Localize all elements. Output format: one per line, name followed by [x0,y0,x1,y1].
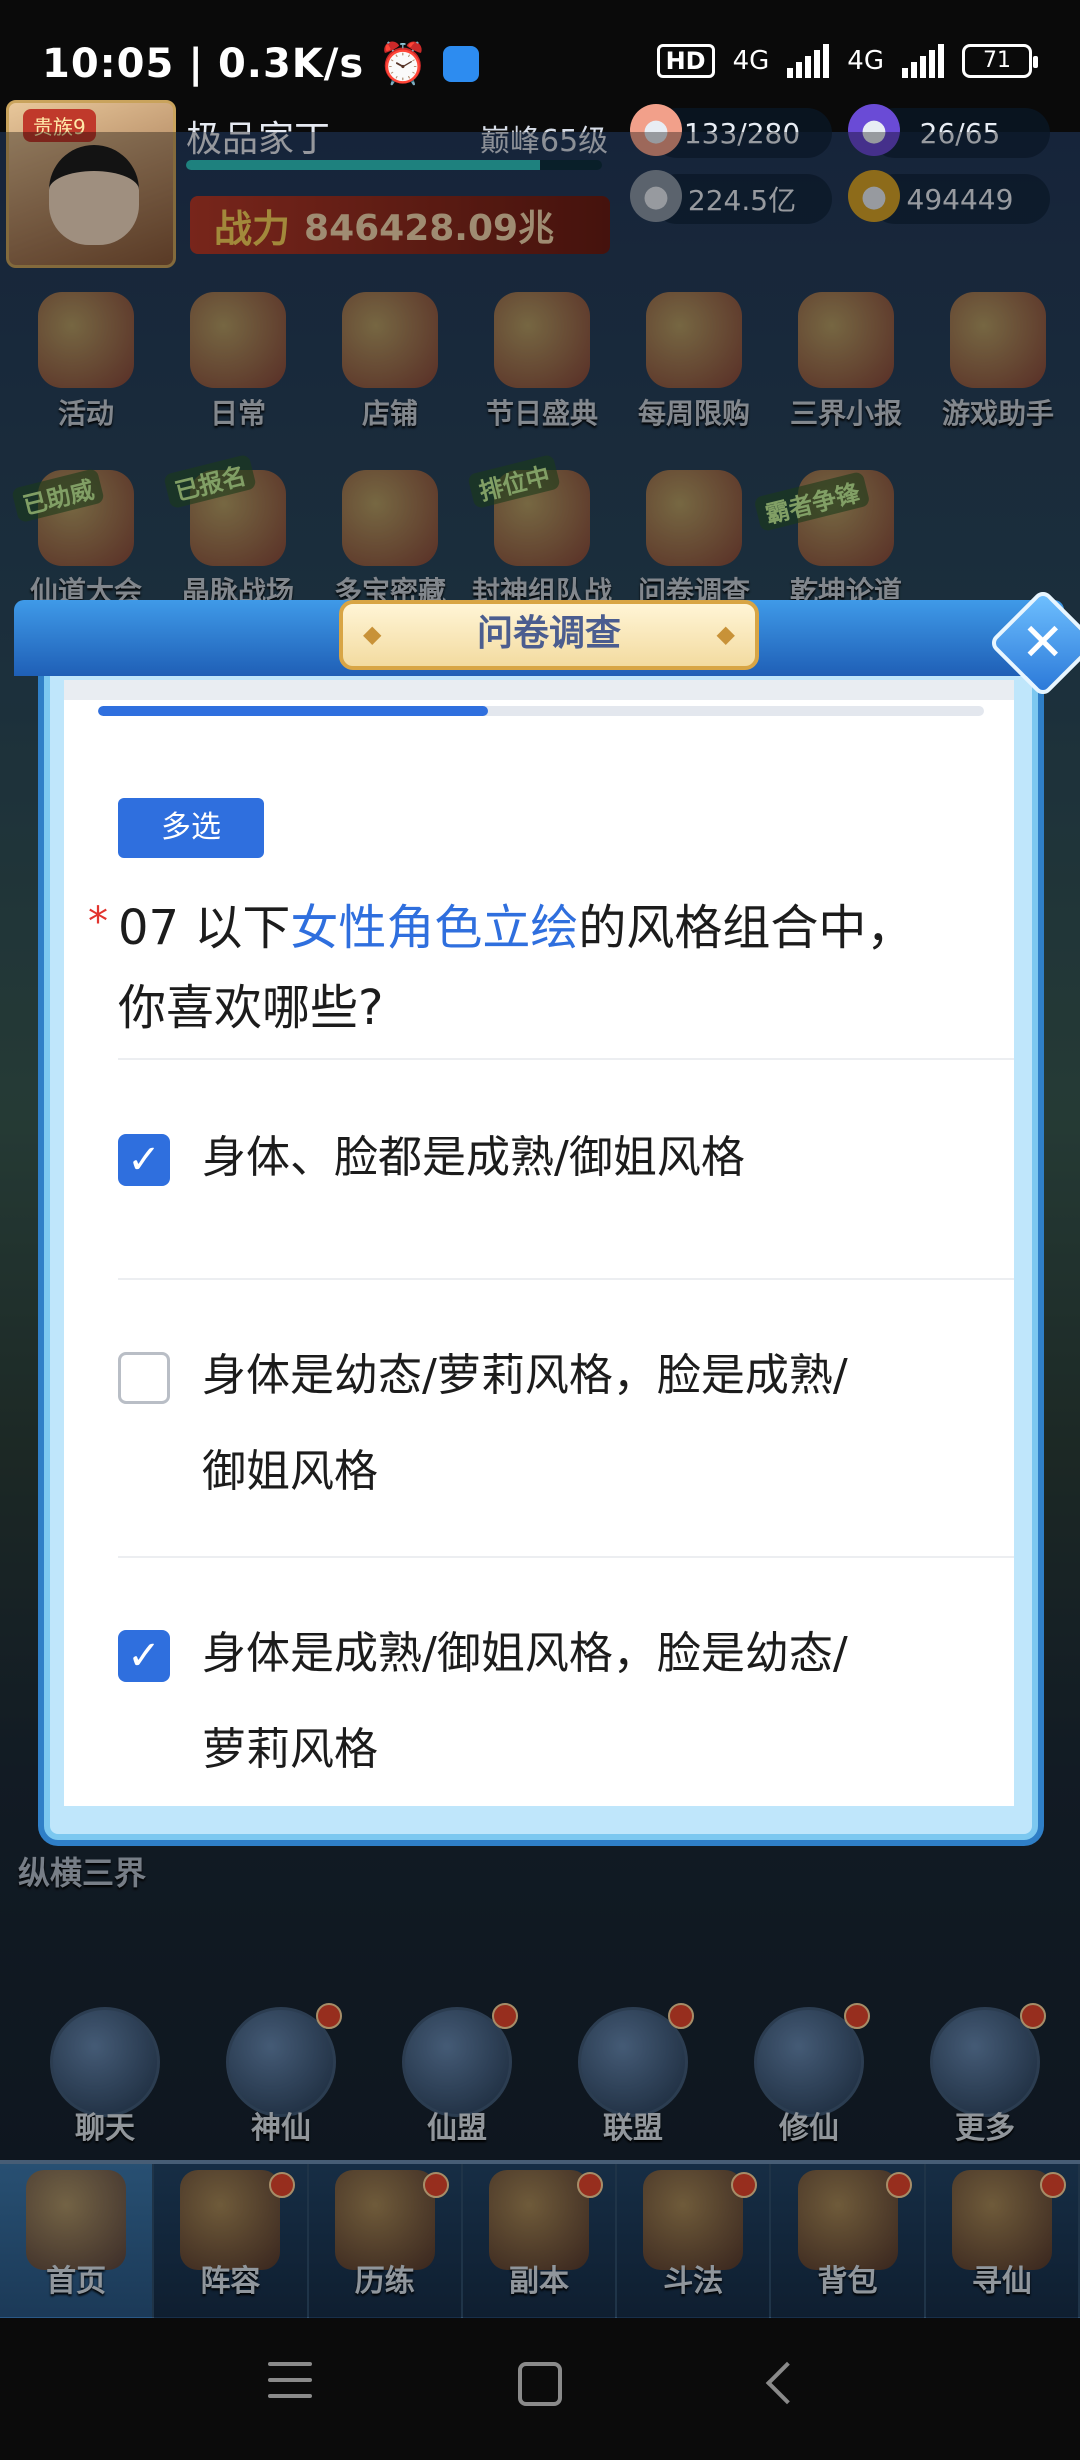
network-speed: 0.3K/s [217,40,365,87]
status-left: 10:05 | 0.3K/s ⏰ [42,40,480,87]
option-2-checkbox[interactable] [118,1352,170,1404]
option-3[interactable]: ✓ 身体是成熟/御姐风格，脸是幼态/萝莉风格 [118,1616,998,1798]
signal-icon [787,44,830,78]
question-text: * 07 以下女性角色立绘的风格组合中，你喜欢哪些? [88,888,958,1048]
hd-icon: HD [656,44,715,78]
recent-apps-icon[interactable] [268,2362,312,2410]
status-right: HD 4G 4G 71 [656,44,1038,78]
back-icon[interactable] [765,2361,809,2405]
network-type-2: 4G [847,46,884,76]
close-icon: ✕ [1021,612,1065,673]
app-notification-icon [443,45,480,82]
survey-progress-fill [98,706,488,716]
divider [118,1058,1014,1060]
question-prefix: 07 以下 [118,900,291,956]
required-mark: * [88,899,108,945]
survey-progress-bar [98,706,984,716]
home-icon[interactable] [518,2362,562,2406]
system-nav-bar [0,2318,1080,2460]
dialog-title: 问卷调查 [339,600,759,670]
question-highlight: 女性角色立绘 [290,900,579,956]
option-2[interactable]: 身体是幼态/萝莉风格，脸是成熟/御姐风格 [118,1338,998,1520]
status-separator: | [188,40,204,87]
survey-content[interactable]: 多选 * 07 以下女性角色立绘的风格组合中，你喜欢哪些? ✓ 身体、脸都是成熟/… [64,680,1014,1806]
option-1[interactable]: ✓ 身体、脸都是成熟/御姐风格 [118,1120,998,1206]
divider [118,1556,1014,1558]
survey-dialog: 问卷调查 ✕ 多选 *07 以下女性角色立绘的风格组合中，你喜欢哪些? ✓ 身体… [14,587,1080,1840]
sheet-top-strip [64,680,1014,700]
option-3-label: 身体是成熟/御姐风格，脸是幼态/萝莉风格 [202,1628,848,1775]
option-2-label: 身体是幼态/萝莉风格，脸是成熟/御姐风格 [202,1350,848,1497]
network-type-1: 4G [732,46,770,76]
option-1-checkbox[interactable]: ✓ [118,1134,170,1186]
divider [118,1278,1014,1280]
option-3-checkbox[interactable]: ✓ [118,1630,170,1682]
battery-icon: 71 [962,44,1038,78]
signal-icon-2 [902,44,944,78]
question-type-badge: 多选 [118,798,264,858]
option-1-label: 身体、脸都是成熟/御姐风格 [202,1132,745,1183]
clock: 10:05 [42,40,175,87]
alarm-icon: ⏰ [378,41,430,87]
